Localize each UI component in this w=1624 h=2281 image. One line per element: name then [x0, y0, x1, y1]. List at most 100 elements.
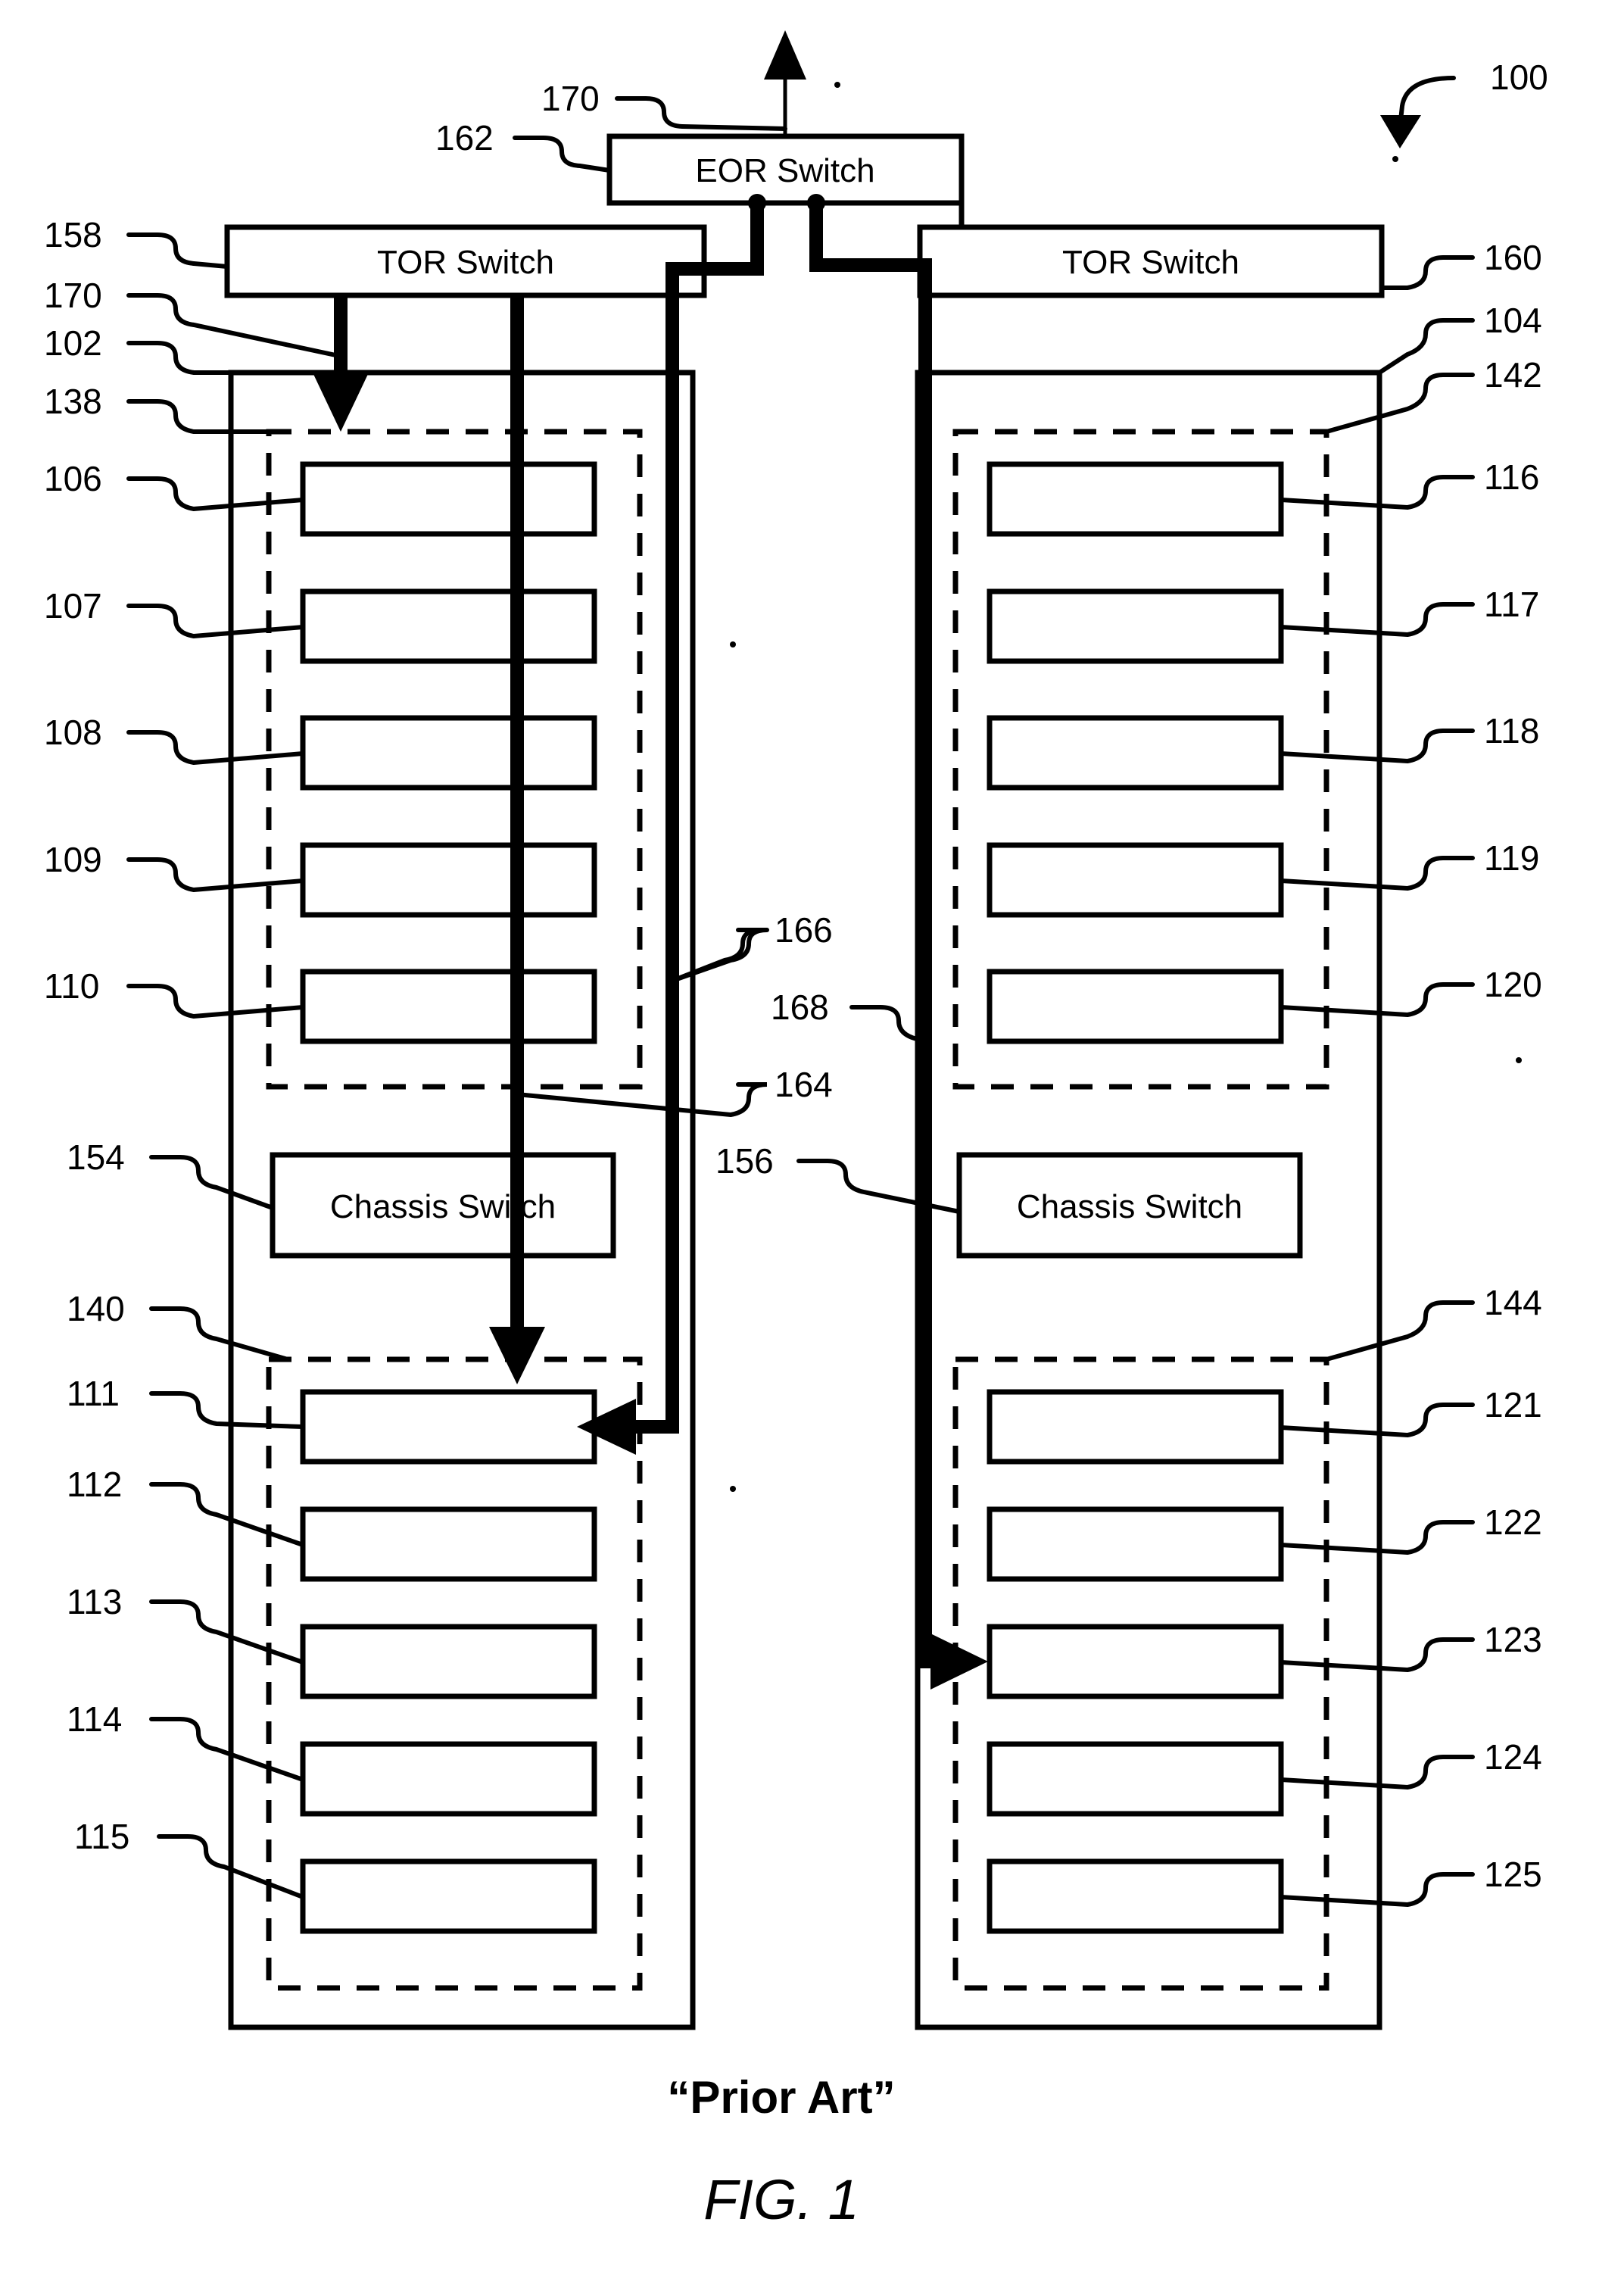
ref-label-107: 107	[44, 586, 102, 626]
chassis-switch-right-label: Chassis Switch	[1017, 1188, 1242, 1225]
figure-canvas: EOR Switch TOR Switch TOR Switch Chassis…	[44, 30, 1548, 2231]
ref-label-110: 110	[44, 966, 99, 1006]
server-109[interactable]	[300, 842, 597, 918]
server-117[interactable]	[987, 588, 1284, 664]
ref-label-118: 118	[1484, 711, 1539, 750]
server-118[interactable]	[987, 715, 1284, 791]
tor-switch-right[interactable]: TOR Switch	[917, 224, 1385, 298]
ref-leader-144: 144	[1324, 1283, 1542, 1362]
ref-label-170-tor: 170	[44, 276, 102, 315]
server-121[interactable]	[987, 1389, 1284, 1465]
ref-leader-125: 125	[1279, 1855, 1542, 1908]
server-group-140	[266, 1356, 643, 1991]
chassis-switch-left[interactable]: Chassis Switch	[270, 1152, 616, 1259]
ref-label-125: 125	[1484, 1855, 1542, 1894]
ref-label-119: 119	[1484, 838, 1539, 878]
ref-leader-166: 166	[670, 910, 833, 983]
server-group-138	[266, 429, 643, 1090]
ref-leader-102: 102	[44, 323, 233, 375]
server-106[interactable]	[300, 461, 597, 537]
ref-label-108: 108	[44, 713, 102, 752]
server-119[interactable]	[987, 842, 1284, 918]
ref-leader-162: 162	[435, 118, 612, 173]
ref-label-100: 100	[1490, 58, 1548, 97]
server-122[interactable]	[987, 1506, 1284, 1582]
server-113[interactable]	[300, 1624, 597, 1699]
ref-label-122: 122	[1484, 1502, 1542, 1542]
server-111[interactable]	[300, 1389, 597, 1465]
ref-leader-108: 108	[44, 713, 305, 766]
ref-label-124: 124	[1484, 1737, 1542, 1777]
ref-leader-109: 109	[44, 840, 305, 893]
ref-label-168: 168	[771, 988, 829, 1027]
server-112[interactable]	[300, 1506, 597, 1582]
ref-label-138: 138	[44, 382, 102, 421]
server-115[interactable]	[300, 1858, 597, 1934]
ref-label-120: 120	[1484, 965, 1542, 1004]
ref-leader-138: 138	[44, 382, 271, 434]
ref-label-123: 123	[1484, 1620, 1542, 1659]
ref-leader-117: 117	[1279, 585, 1539, 638]
ref-label-116: 116	[1484, 457, 1539, 497]
ref-label-106: 106	[44, 459, 102, 498]
scan-speck	[730, 1486, 736, 1492]
server-124[interactable]	[987, 1741, 1284, 1817]
ref-leader-142: 142	[1324, 355, 1542, 434]
scan-speck	[730, 641, 736, 647]
server-group-142	[952, 429, 1329, 1090]
server-110[interactable]	[300, 969, 597, 1044]
ref-label-117: 117	[1484, 585, 1539, 624]
ref-leader-116: 116	[1279, 457, 1539, 510]
ref-label-158: 158	[44, 215, 102, 254]
ref-leader-158: 158	[44, 215, 229, 269]
ref-leader-107: 107	[44, 586, 305, 639]
ref-leader-124: 124	[1279, 1737, 1542, 1790]
path-168-inter-rack-eor	[807, 194, 988, 1690]
ref-label-140: 140	[67, 1289, 125, 1328]
server-116[interactable]	[987, 461, 1284, 537]
scan-speck	[1392, 156, 1398, 162]
ref-leader-119: 119	[1279, 838, 1539, 891]
tor-switch-left[interactable]: TOR Switch	[224, 224, 707, 298]
server-120[interactable]	[987, 969, 1284, 1044]
ref-leader-120: 120	[1279, 965, 1542, 1018]
ref-label-160: 160	[1484, 238, 1542, 277]
ref-leader-118: 118	[1279, 711, 1539, 764]
server-125[interactable]	[987, 1858, 1284, 1934]
chassis-switch-right[interactable]: Chassis Switch	[956, 1152, 1303, 1259]
ref-label-104: 104	[1484, 301, 1542, 340]
ref-label-142: 142	[1484, 355, 1542, 395]
server-123[interactable]	[987, 1624, 1284, 1699]
ref-label-112: 112	[67, 1465, 122, 1504]
server-107[interactable]	[300, 588, 597, 664]
ref-leader-168: 168	[771, 988, 927, 1056]
path-166-intra-rack-eor	[577, 194, 766, 1455]
ref-label-111: 111	[67, 1374, 120, 1413]
ref-leader-160: 160	[1379, 238, 1542, 290]
ref-label-144: 144	[1484, 1283, 1542, 1322]
server-114[interactable]	[300, 1741, 597, 1817]
eor-switch-label: EOR Switch	[695, 152, 874, 189]
ref-leader-123: 123	[1279, 1620, 1542, 1673]
ref-leader-106: 106	[44, 459, 305, 512]
ref-label-154: 154	[67, 1137, 125, 1177]
tor-switch-right-label: TOR Switch	[1062, 244, 1239, 281]
ref-leader-170-uplink: 170	[541, 79, 787, 131]
ref-label-164: 164	[775, 1065, 833, 1104]
ref-label-156: 156	[715, 1141, 774, 1181]
ref-label-113: 113	[67, 1582, 122, 1621]
server-108[interactable]	[300, 715, 597, 791]
tor-switch-left-label: TOR Switch	[377, 244, 554, 281]
ref-leader-140: 140	[67, 1289, 290, 1362]
ref-label-162: 162	[435, 118, 494, 158]
scan-speck	[834, 82, 840, 88]
figure-caption: FIG. 1	[703, 2168, 859, 2231]
ref-leader-154: 154	[67, 1137, 275, 1210]
ref-label-109: 109	[44, 840, 102, 879]
ref-leader-110: 110	[44, 966, 305, 1019]
path-170-tor-left-down	[313, 295, 369, 432]
ref-label-170-uplink: 170	[541, 79, 600, 118]
ref-label-102: 102	[44, 323, 102, 363]
eor-switch[interactable]: EOR Switch	[606, 133, 965, 206]
ref-label-166: 166	[775, 910, 833, 950]
